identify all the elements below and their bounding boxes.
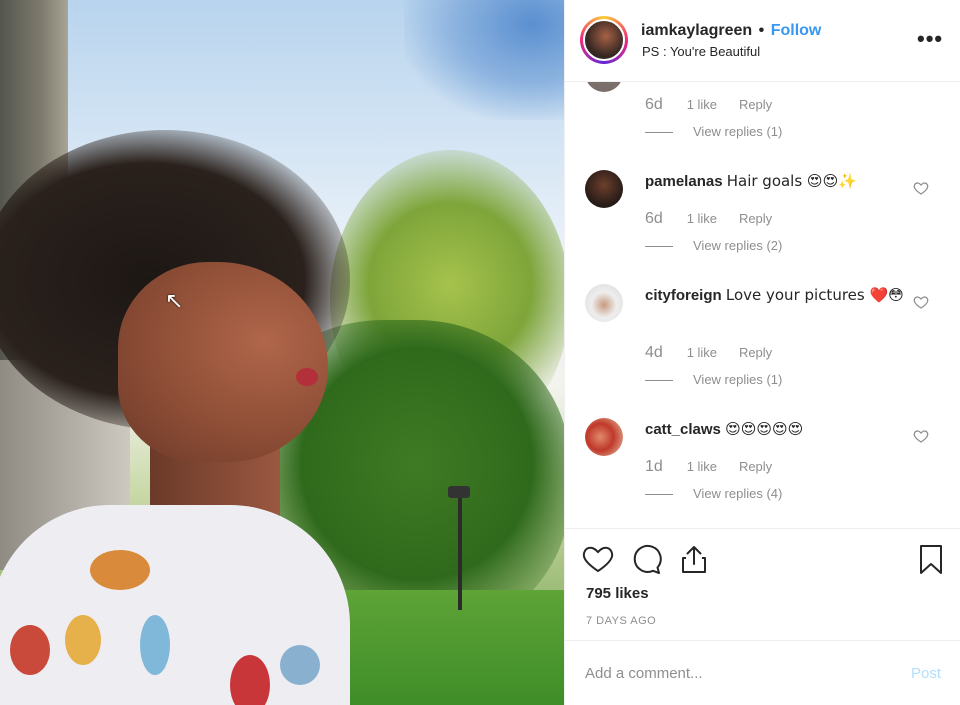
comment-text: pamelanas Hair goals 😍😍✨	[645, 170, 905, 193]
replies-divider	[645, 494, 673, 496]
comment-time[interactable]: 4d	[645, 344, 663, 362]
reply-button[interactable]: Reply	[739, 345, 772, 360]
add-comment-input[interactable]	[585, 661, 885, 685]
comment-username[interactable]: catt_claws	[645, 421, 721, 438]
story-ring[interactable]	[580, 16, 628, 64]
shirt-print	[280, 645, 320, 685]
comments-list[interactable]: 6d 1 like Reply View replies (1) pamelan…	[565, 82, 960, 528]
post-timestamp[interactable]: 7 DAYS AGO	[586, 615, 656, 627]
post-photo[interactable]: ↖	[0, 0, 564, 705]
photo-sky	[404, 0, 564, 120]
comment-username[interactable]: cityforeign	[645, 287, 722, 304]
photo-lamp	[448, 486, 470, 498]
comment-time[interactable]: 6d	[645, 210, 663, 228]
comment-body: 😍😍😍😍😍	[725, 420, 804, 438]
post-actions: 795 likes 7 DAYS AGO	[565, 528, 960, 640]
avatar[interactable]	[585, 284, 623, 322]
view-replies-button[interactable]: View replies (2)	[645, 238, 782, 253]
heart-icon[interactable]	[913, 180, 929, 196]
comment-meta: 6d 1 like Reply	[645, 96, 772, 116]
comment-likes[interactable]: 1 like	[687, 211, 717, 226]
post-comment-button[interactable]: Post	[911, 665, 941, 682]
view-replies-button[interactable]: View replies (4)	[645, 486, 782, 501]
photo-shirt	[0, 505, 350, 705]
comment-time[interactable]: 1d	[645, 458, 663, 476]
comment-body: Love your pictures ❤️😳	[725, 286, 904, 304]
reply-button[interactable]: Reply	[739, 459, 772, 474]
shirt-print	[140, 615, 170, 675]
heart-icon[interactable]	[913, 428, 929, 444]
comment-meta: 6d 1 like Reply	[645, 210, 772, 230]
view-replies-label: View replies (4)	[693, 486, 783, 501]
bookmark-icon[interactable]	[915, 543, 947, 575]
shirt-print	[230, 655, 270, 705]
photo-lips	[296, 368, 318, 386]
post-header: iamkaylagreen • Follow PS : You're Beaut…	[565, 0, 960, 82]
comment-likes[interactable]: 1 like	[687, 97, 717, 112]
mouse-cursor-icon: ↖	[165, 288, 184, 313]
avatar[interactable]	[585, 418, 623, 456]
more-options-icon[interactable]: •••	[917, 28, 943, 50]
comment-text: catt_claws 😍😍😍😍😍	[645, 418, 905, 441]
comment-meta: 4d 1 like Reply	[645, 344, 772, 364]
comment-bubble-icon[interactable]	[630, 543, 662, 575]
author-username[interactable]: iamkaylagreen	[641, 22, 752, 39]
shirt-print	[65, 615, 101, 665]
comment-meta: 1d 1 like Reply	[645, 458, 772, 478]
author-line: iamkaylagreen • Follow	[641, 22, 821, 40]
comment-time[interactable]: 6d	[645, 96, 663, 114]
shirt-print	[10, 625, 50, 675]
likes-count[interactable]: 795 likes	[586, 585, 649, 602]
header-separator: •	[758, 22, 765, 39]
share-icon[interactable]	[678, 543, 710, 575]
view-replies-label: View replies (1)	[693, 124, 783, 139]
shirt-print	[90, 550, 150, 590]
view-replies-label: View replies (1)	[693, 372, 783, 387]
avatar[interactable]	[585, 82, 623, 92]
view-replies-button[interactable]: View replies (1)	[645, 124, 782, 139]
comment-likes[interactable]: 1 like	[687, 345, 717, 360]
author-avatar[interactable]	[583, 19, 625, 61]
reply-button[interactable]: Reply	[739, 211, 772, 226]
reply-button[interactable]: Reply	[739, 97, 772, 112]
avatar[interactable]	[585, 170, 623, 208]
location-subtitle[interactable]: PS : You're Beautiful	[642, 44, 760, 59]
post-sidebar: iamkaylagreen • Follow PS : You're Beaut…	[564, 0, 960, 705]
replies-divider	[645, 380, 673, 382]
view-replies-button[interactable]: View replies (1)	[645, 372, 782, 387]
comment-text: cityforeign Love your pictures ❤️😳	[645, 284, 905, 307]
comment-likes[interactable]: 1 like	[687, 459, 717, 474]
follow-button[interactable]: Follow	[771, 22, 822, 39]
comment-username[interactable]: pamelanas	[645, 173, 723, 190]
comment-body: Hair goals 😍😍✨	[726, 172, 857, 190]
heart-icon[interactable]	[582, 543, 614, 575]
replies-divider	[645, 132, 673, 134]
replies-divider	[645, 246, 673, 248]
view-replies-label: View replies (2)	[693, 238, 783, 253]
add-comment-bar: Post	[565, 640, 960, 705]
photo-lamp-pole	[458, 495, 462, 610]
heart-icon[interactable]	[913, 294, 929, 310]
